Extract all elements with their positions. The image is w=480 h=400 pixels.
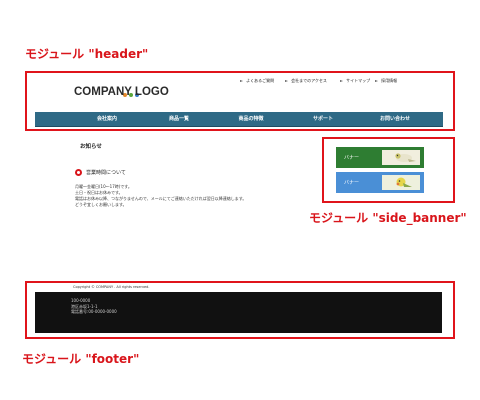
- footer-address: 100-0000 港区赤坂1-1-1 電話番号:00-0000-0000: [71, 298, 117, 315]
- bird-image: [382, 150, 420, 165]
- news-title[interactable]: 営業時間について: [86, 169, 126, 176]
- side-banner-2[interactable]: バナー: [336, 172, 424, 193]
- arrow-icon: ►: [375, 78, 379, 83]
- top-nav-faq[interactable]: ► よくあるご質問: [240, 78, 274, 84]
- side-banner-module-label: モジュール "side_banner": [309, 211, 467, 225]
- news-body: 月曜～金曜日(10～17時)です。 土日・祝日はお休みです。 電話はお休み以降、…: [75, 184, 246, 208]
- banner-label: バナー: [344, 155, 360, 161]
- copyright-text: Copyright © COMPANY . All rights reserve…: [73, 285, 150, 289]
- bullet-icon: [75, 169, 82, 176]
- footer-bar: 100-0000 港区赤坂1-1-1 電話番号:00-0000-0000: [35, 292, 442, 333]
- footer-address-line: 電話番号:00-0000-0000: [71, 309, 117, 314]
- bird-image: [382, 175, 420, 190]
- arrow-icon: ►: [285, 78, 289, 83]
- company-logo[interactable]: COMPANY LOGO: [74, 86, 169, 98]
- nav-company[interactable]: 会社案内: [67, 112, 147, 126]
- arrow-icon: ►: [340, 78, 344, 83]
- banner-label: バナー: [344, 180, 360, 186]
- top-nav-sitemap[interactable]: ► サイトマップ: [340, 78, 370, 84]
- header-module-label: モジュール "header": [25, 47, 149, 61]
- top-nav-label: 会社までのアクセス: [291, 78, 327, 83]
- nav-support[interactable]: サポート: [283, 112, 363, 126]
- nav-contact[interactable]: お問い合わせ: [355, 112, 435, 126]
- side-banner-1[interactable]: バナー: [336, 147, 424, 168]
- top-nav-label: よくあるご質問: [246, 78, 275, 83]
- main-nav-bar: 会社案内 商品一覧 商品の特徴 サポート お問い合わせ: [35, 112, 443, 127]
- top-nav-label: 採用情報: [381, 78, 398, 83]
- news-section-title: お知らせ: [80, 144, 102, 150]
- footer-module-label: モジュール "footer": [22, 352, 140, 366]
- arrow-icon: ►: [240, 78, 244, 83]
- top-nav-access[interactable]: ► 会社までのアクセス: [285, 78, 327, 84]
- top-nav-recruit[interactable]: ► 採用情報: [375, 78, 397, 84]
- top-nav-label: サイトマップ: [346, 78, 371, 83]
- news-line: どうぞ宜しくお願いします。: [75, 202, 127, 207]
- nav-features[interactable]: 商品の特徴: [211, 112, 291, 126]
- nav-products[interactable]: 商品一覧: [139, 112, 219, 126]
